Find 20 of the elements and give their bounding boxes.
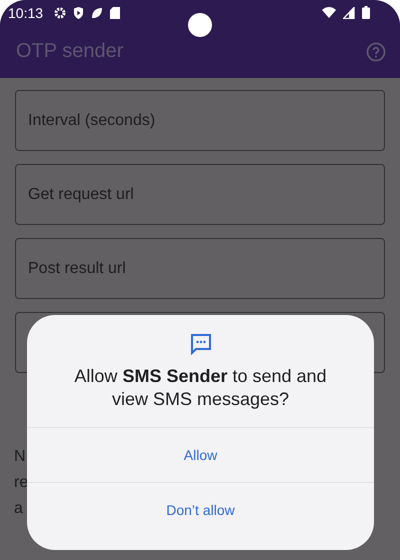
sd-card-icon xyxy=(110,6,120,18)
battery-icon xyxy=(362,6,370,19)
text-field[interactable]: Interval (seconds) xyxy=(15,90,385,151)
note-text: a xyxy=(14,500,23,518)
text-field[interactable]: Post result url xyxy=(15,238,385,299)
text-field[interactable]: Get request url xyxy=(15,164,385,225)
shield-icon xyxy=(73,6,84,18)
note-text: re xyxy=(14,474,28,492)
gear-icon xyxy=(54,6,66,18)
dialog-button[interactable]: Don’t allow xyxy=(146,483,255,537)
signal-icon xyxy=(343,6,355,18)
message-icon xyxy=(190,333,212,355)
app-title: OTP sender xyxy=(16,40,124,63)
camera-cutout xyxy=(188,13,212,37)
wifi-icon xyxy=(322,6,336,18)
leaf-icon xyxy=(91,6,104,18)
dialog-button[interactable]: Allow xyxy=(164,428,238,482)
note-text: N xyxy=(14,448,26,466)
status-time: 10:13 xyxy=(8,4,44,20)
dialog-message: Allow SMS Sender to send and view SMS messages? xyxy=(73,365,328,411)
